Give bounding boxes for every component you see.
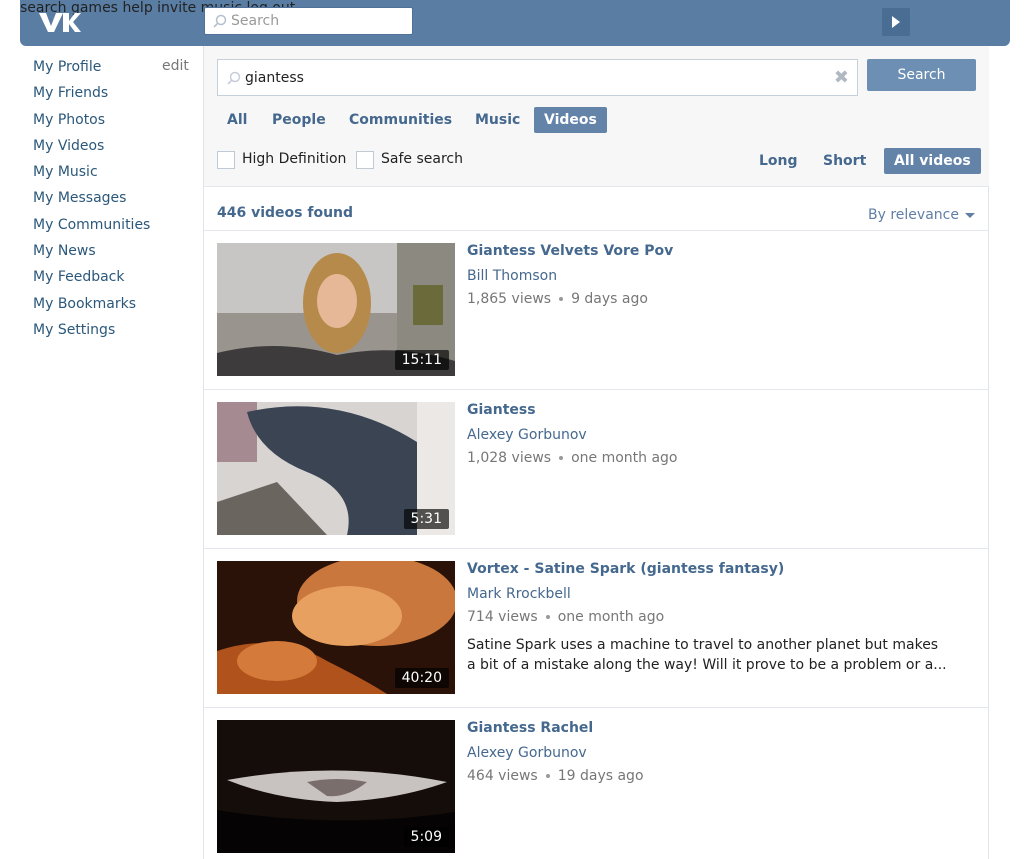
upload-age: one month ago — [571, 450, 678, 466]
nav-invite[interactable]: invite — [157, 0, 196, 16]
video-title[interactable]: Giantess Rachel — [467, 720, 593, 736]
duration-badge: 5:31 — [403, 509, 449, 529]
safe-search-checkbox[interactable] — [356, 151, 374, 169]
upload-age: one month ago — [557, 609, 665, 625]
hd-label[interactable]: High Definition — [242, 151, 346, 167]
duration-badge: 40:20 — [394, 668, 449, 688]
duration-all[interactable]: All videos — [884, 148, 981, 174]
duration-long[interactable]: Long — [759, 148, 798, 174]
video-item: 40:20 Vortex - Satine Spark (giantess fa… — [204, 549, 989, 708]
video-search-input[interactable] — [245, 69, 825, 86]
video-thumbnail[interactable]: 5:31 — [217, 402, 455, 535]
sidebar-item-communities[interactable]: My Communities — [33, 216, 193, 242]
search-icon — [227, 71, 241, 85]
video-author[interactable]: Mark Rrockbell — [467, 586, 571, 602]
separator-dot — [545, 615, 550, 619]
view-count: 464 views — [467, 768, 538, 784]
separator-dot — [559, 297, 564, 301]
sidebar-item-messages[interactable]: My Messages — [33, 189, 193, 215]
video-thumbnail[interactable]: 40:20 — [217, 561, 455, 694]
video-item: 5:09 Giantess Rachel Alexey Gorbunov 464… — [204, 708, 989, 859]
video-author[interactable]: Bill Thomson — [467, 268, 557, 284]
video-author[interactable]: Alexey Gorbunov — [467, 745, 587, 761]
main-content: ✖ Search All People Communities Music Vi… — [203, 46, 989, 859]
tab-communities[interactable]: Communities — [349, 107, 452, 133]
video-title[interactable]: Giantess Velvets Vore Pov — [467, 243, 673, 259]
vk-logo-icon[interactable] — [36, 9, 82, 35]
sidebar-item-news[interactable]: My News — [33, 242, 193, 268]
sidebar-item-videos[interactable]: My Videos — [33, 137, 193, 163]
upload-age: 19 days ago — [557, 768, 644, 784]
video-author[interactable]: Alexey Gorbunov — [467, 427, 587, 443]
search-button[interactable]: Search — [867, 59, 976, 91]
separator-dot — [559, 456, 564, 460]
sidebar-item-feedback[interactable]: My Feedback — [33, 268, 193, 294]
nav-help[interactable]: help — [122, 0, 152, 16]
video-meta: 1,865 views 9 days ago — [467, 291, 648, 307]
separator-dot — [545, 774, 550, 778]
tab-all[interactable]: All — [227, 107, 247, 133]
sort-dropdown[interactable]: By relevance — [868, 207, 975, 223]
tab-people[interactable]: People — [272, 107, 326, 133]
video-thumbnail[interactable]: 15:11 — [217, 243, 455, 376]
video-title[interactable]: Giantess — [467, 402, 536, 418]
safe-search-label[interactable]: Safe search — [381, 151, 463, 167]
view-count: 1,865 views — [467, 291, 552, 307]
video-item: 5:31 Giantess Alexey Gorbunov 1,028 view… — [204, 390, 989, 549]
clear-search-icon[interactable]: ✖ — [834, 67, 849, 88]
left-sidebar: My Profile My Friends My Photos My Video… — [33, 58, 193, 347]
video-thumbnail[interactable]: 5:09 — [217, 720, 455, 853]
duration-badge: 15:11 — [394, 350, 449, 370]
video-title[interactable]: Vortex - Satine Spark (giantess fantasy) — [467, 561, 784, 577]
top-search-box[interactable] — [204, 7, 413, 35]
search-icon — [213, 14, 227, 28]
sidebar-item-friends[interactable]: My Friends — [33, 84, 193, 110]
hd-checkbox[interactable] — [217, 151, 235, 169]
duration-short[interactable]: Short — [823, 148, 866, 174]
results-count: 446 videos found — [217, 205, 354, 221]
upload-age: 9 days ago — [571, 291, 648, 307]
sidebar-item-photos[interactable]: My Photos — [33, 111, 193, 137]
music-play-button[interactable] — [882, 8, 910, 36]
video-description: Satine Spark uses a machine to travel to… — [467, 637, 947, 673]
sidebar-item-bookmarks[interactable]: My Bookmarks — [33, 295, 193, 321]
view-count: 714 views — [467, 609, 538, 625]
play-icon — [892, 16, 900, 28]
tab-videos[interactable]: Videos — [534, 107, 607, 133]
profile-edit-link[interactable]: edit — [162, 58, 189, 74]
sidebar-item-settings[interactable]: My Settings — [33, 321, 193, 347]
video-item: 15:11 Giantess Velvets Vore Pov Bill Tho… — [204, 231, 989, 390]
top-search-input[interactable] — [231, 13, 401, 29]
sidebar-item-music[interactable]: My Music — [33, 163, 193, 189]
tab-music[interactable]: Music — [475, 107, 520, 133]
chevron-down-icon — [964, 212, 975, 218]
view-count: 1,028 views — [467, 450, 552, 466]
search-panel: ✖ Search All People Communities Music Vi… — [204, 46, 989, 187]
top-bar: search games help invite music log out — [20, 0, 1010, 46]
video-meta: 1,028 views one month ago — [467, 450, 677, 466]
sort-label: By relevance — [868, 207, 959, 223]
video-search-box[interactable]: ✖ — [217, 59, 858, 96]
duration-badge: 5:09 — [403, 827, 449, 847]
video-meta: 714 views one month ago — [467, 609, 664, 625]
video-meta: 464 views 19 days ago — [467, 768, 644, 784]
